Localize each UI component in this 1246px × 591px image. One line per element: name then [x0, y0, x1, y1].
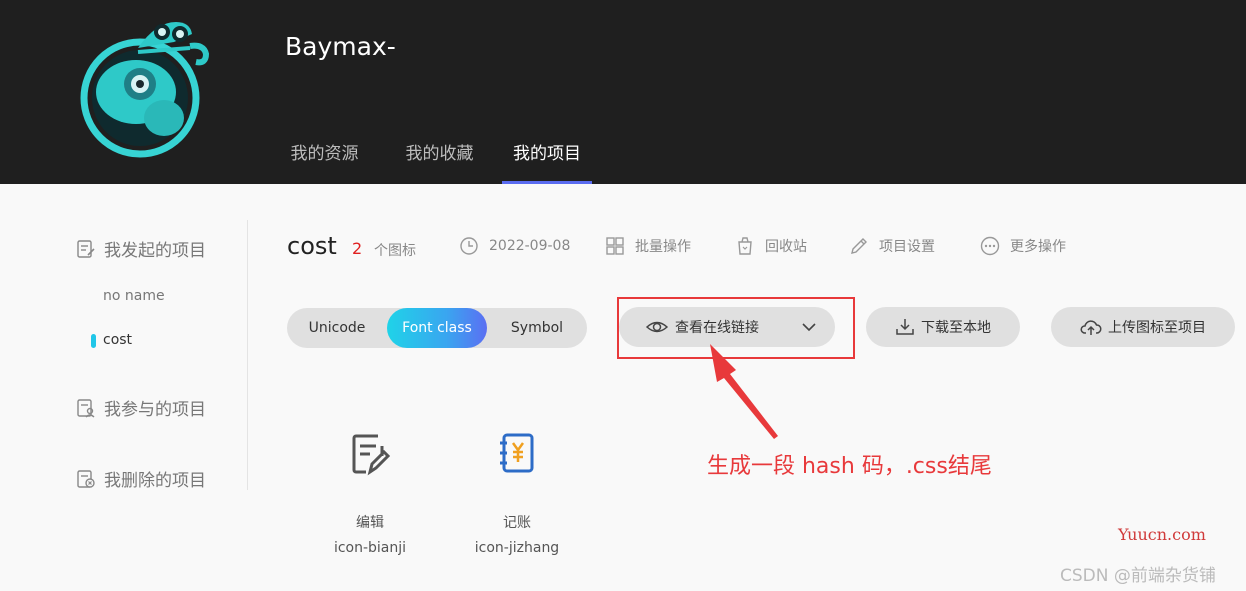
- watermark-author: CSDN @前端杂货铺: [1060, 566, 1216, 586]
- avatar[interactable]: [78, 8, 214, 158]
- icon-card-class: icon-jizhang: [474, 540, 560, 556]
- pencil-icon: [851, 238, 867, 254]
- document-delete-icon: [77, 469, 95, 488]
- sidebar-subitem-cost[interactable]: cost: [91, 332, 133, 348]
- sidebar-item-deleted-projects[interactable]: 我删除的项目: [76, 466, 206, 491]
- more-operations-button[interactable]: 更多操作: [980, 236, 1066, 256]
- tab-my-favorites[interactable]: 我的收藏: [382, 128, 497, 184]
- batch-operation-button[interactable]: 批量操作: [605, 236, 691, 256]
- tab-my-resources[interactable]: 我的资源: [267, 128, 382, 184]
- icon-card-class: icon-bianji: [333, 540, 407, 556]
- chameleon-avatar-icon: [80, 22, 210, 158]
- recycle-bin-label: 回收站: [765, 239, 807, 255]
- edit-icon: [352, 434, 391, 476]
- watermark-site: Yuucn.com: [1118, 525, 1206, 544]
- tab-font-class[interactable]: Font class: [387, 308, 487, 348]
- sidebar-item-participated-projects[interactable]: 我参与的项目: [76, 395, 206, 420]
- sidebar-item-label: 我删除的项目: [104, 471, 206, 491]
- more-icon: [980, 236, 1000, 256]
- tab-symbol[interactable]: Symbol: [487, 308, 587, 348]
- project-settings-button[interactable]: 项目设置: [849, 236, 935, 256]
- trash-icon: [738, 237, 752, 255]
- account-book-icon: [500, 433, 534, 473]
- batch-operation-label: 批量操作: [635, 239, 691, 255]
- sidebar: 我发起的项目 no name cost 我参与的项目 我删除的项目: [60, 220, 248, 491]
- document-edit-icon: [77, 239, 95, 258]
- project-settings-label: 项目设置: [879, 239, 935, 255]
- download-icon: [896, 319, 914, 335]
- grid-icon: [606, 237, 624, 255]
- username: Baymax-: [285, 32, 396, 61]
- icon-count-label: 个图标: [374, 243, 416, 259]
- download-button[interactable]: 下载至本地: [866, 307, 1020, 347]
- download-label: 下载至本地: [921, 320, 991, 336]
- header-tabs: 我的资源 我的收藏 我的项目: [267, 128, 592, 184]
- cloud-upload-icon: [1080, 320, 1102, 335]
- active-indicator: [91, 334, 96, 348]
- sidebar-item-label: 我参与的项目: [104, 400, 206, 420]
- annotation-arrow-icon: [710, 344, 778, 439]
- icon-card-name: 编辑: [356, 515, 384, 531]
- clock-icon: [460, 237, 478, 255]
- tab-unicode[interactable]: Unicode: [287, 308, 387, 348]
- project-date-text: 2022-09-08: [489, 238, 571, 254]
- format-segmented-control: Unicode Font class Symbol: [287, 308, 587, 348]
- project-date: 2022-09-08: [459, 236, 570, 256]
- more-operations-label: 更多操作: [1010, 239, 1066, 255]
- sidebar-subitem-no-name[interactable]: no name: [103, 288, 165, 304]
- icon-card-jizhang[interactable]: 记账 icon-jizhang: [457, 432, 577, 556]
- upload-label: 上传图标至项目: [1108, 320, 1206, 336]
- sidebar-item-label: 我发起的项目: [104, 241, 206, 261]
- icon-card-bianji[interactable]: 编辑 icon-bianji: [310, 432, 430, 556]
- document-user-icon: [77, 398, 95, 418]
- page-header: Baymax- 我的资源 我的收藏 我的项目: [0, 0, 1246, 184]
- annotation-text: 生成一段 hash 码，.css结尾: [707, 454, 992, 479]
- project-title: cost: [287, 232, 337, 260]
- sidebar-subitem-label: cost: [103, 332, 133, 348]
- tab-my-projects[interactable]: 我的项目: [502, 128, 592, 184]
- sidebar-item-initiated-projects[interactable]: 我发起的项目: [76, 236, 206, 261]
- recycle-bin-button[interactable]: 回收站: [735, 236, 807, 256]
- icon-count: 2: [352, 239, 363, 258]
- icon-card-name: 记账: [503, 515, 531, 531]
- upload-icons-button[interactable]: 上传图标至项目: [1051, 307, 1235, 347]
